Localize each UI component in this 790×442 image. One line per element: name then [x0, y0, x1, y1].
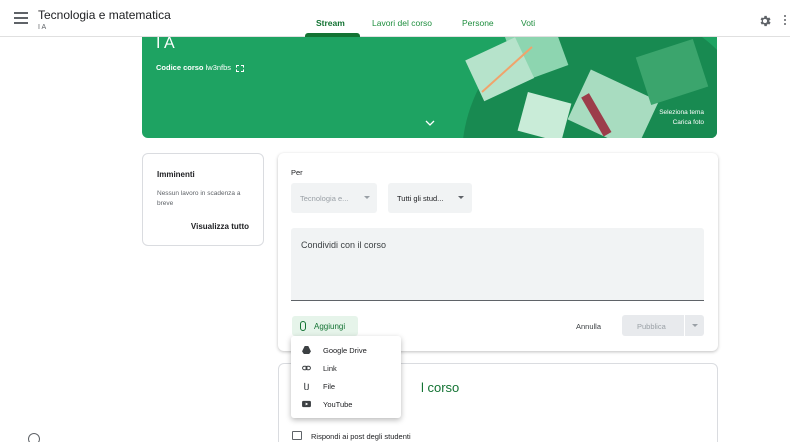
fullscreen-icon[interactable] [236, 64, 245, 72]
help-icon[interactable] [28, 433, 40, 442]
cancel-button[interactable]: Annulla [576, 322, 601, 331]
class-code-value: lw3nfbs [205, 63, 232, 72]
paperclip-icon [300, 321, 306, 331]
announcement-composer: Per Tecnologia e... Tutti gli stud... Co… [278, 153, 718, 351]
publish-button[interactable]: Pubblica [622, 315, 684, 336]
select-theme-link[interactable]: Seleziona tema [659, 108, 704, 118]
course-select-value: Tecnologia e... [300, 194, 349, 203]
publish-options-button[interactable] [685, 315, 704, 336]
menu-item-label: Google Drive [323, 346, 367, 355]
course-select: Tecnologia e... [291, 183, 377, 213]
comment-icon [292, 431, 302, 440]
students-select[interactable]: Tutti gli stud... [388, 183, 472, 213]
chevron-down-icon[interactable] [425, 119, 435, 127]
menu-item-label: File [323, 382, 336, 391]
add-label: Aggiungi [314, 322, 346, 331]
class-code-label: Codice corso [156, 63, 204, 72]
menu-item-google-drive[interactable]: Google Drive [291, 341, 401, 359]
course-title[interactable]: Tecnologia e matematica [38, 8, 171, 22]
banner-actions: Seleziona tema Carica foto [659, 108, 704, 128]
menu-item-file[interactable]: File [291, 377, 401, 395]
chevron-down-icon [364, 196, 370, 199]
course-banner: I A Codice corso lw3nfbs Seleziona tema … [142, 37, 717, 138]
share-placeholder: Condividi con il corso [301, 240, 387, 250]
chevron-down-icon [458, 196, 464, 199]
google-drive-icon [302, 346, 311, 354]
paperclip-icon [304, 382, 309, 390]
share-textarea[interactable]: Condividi con il corso [291, 228, 704, 301]
intro-title: l corso [421, 380, 460, 395]
add-attachment-button[interactable]: Aggiungi [292, 316, 358, 336]
upcoming-title: Imminenti [157, 170, 195, 179]
upcoming-text: Nessun lavoro in scadenza a breve [157, 190, 241, 207]
menu-item-link[interactable]: Link [291, 359, 401, 377]
chevron-down-icon [692, 324, 698, 327]
menu-item-youtube[interactable]: YouTube [291, 395, 401, 413]
main-menu-icon[interactable] [14, 12, 28, 24]
tab-people[interactable]: Persone [462, 18, 494, 28]
class-code: Codice corso lw3nfbs [156, 63, 245, 72]
top-app-bar: Tecnologia e matematica I A Stream Lavor… [0, 0, 790, 37]
tab-classwork[interactable]: Lavori del corso [372, 18, 432, 28]
view-all-link[interactable]: Visualizza tutto [191, 222, 249, 231]
upcoming-card: Imminenti Nessun lavoro in scadenza a br… [142, 153, 264, 246]
students-select-value: Tutti gli stud... [397, 194, 444, 203]
link-icon [302, 365, 311, 371]
app-window: Tecnologia e matematica I A Stream Lavor… [0, 0, 790, 442]
tab-stream[interactable]: Stream [316, 18, 345, 28]
banner-title: I A [156, 37, 175, 52]
upload-photo-link[interactable]: Carica foto [659, 118, 704, 128]
menu-item-label: YouTube [323, 400, 353, 409]
course-section: I A [38, 24, 47, 31]
youtube-icon [302, 400, 311, 408]
add-attachment-menu: Google Drive Link File YouTube [291, 336, 401, 418]
tab-grades[interactable]: Voti [521, 18, 535, 28]
gear-icon[interactable] [758, 14, 772, 28]
menu-item-label: Link [323, 364, 337, 373]
reply-posts-text: Rispondi ai post degli studenti [311, 432, 411, 441]
audience-label: Per [291, 168, 303, 177]
more-options-icon[interactable] [784, 15, 787, 27]
